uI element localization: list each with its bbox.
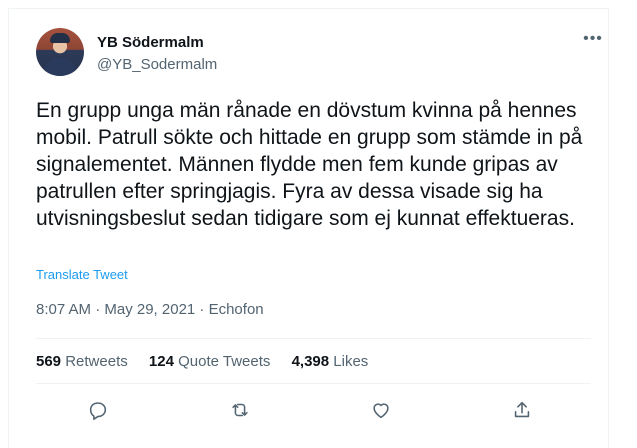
retweet-button[interactable]: [227, 397, 253, 423]
likes-stat[interactable]: 4,398 Likes: [292, 353, 369, 370]
like-button[interactable]: [368, 397, 394, 423]
avatar-body: [44, 58, 76, 76]
tweet-card: YB Södermalm @YB_Sodermalm ••• En grupp …: [8, 8, 609, 448]
quote-tweets-count: 124: [148, 353, 174, 370]
author-name[interactable]: YB Södermalm: [97, 34, 204, 51]
retweets-stat[interactable]: 569 Retweets: [36, 353, 128, 370]
avatar-cap: [50, 33, 70, 43]
reply-icon: [89, 402, 107, 420]
share-icon: [514, 401, 530, 418]
retweet-icon: [232, 403, 248, 417]
divider: [36, 383, 591, 384]
translate-tweet-link[interactable]: Translate Tweet: [36, 267, 128, 282]
quote-tweets-label: Quote Tweets: [178, 353, 271, 370]
engagement-stats: 569 Retweets 124 Quote Tweets 4,398 Like…: [36, 353, 385, 370]
retweets-count: 569: [36, 353, 62, 370]
quote-tweets-stat[interactable]: 124 Quote Tweets: [149, 353, 270, 370]
tweet-text: En grupp unga män rånade en dövstum kvin…: [36, 99, 583, 230]
author-handle[interactable]: @YB_Sodermalm: [97, 56, 217, 73]
avatar[interactable]: [36, 28, 84, 76]
tweet-timestamp[interactable]: 8:07 AM · May 29, 2021 · Echofon: [36, 301, 264, 318]
likes-count: 4,398: [291, 353, 330, 370]
likes-label: Likes: [333, 353, 369, 370]
reply-button[interactable]: [85, 397, 111, 423]
like-icon: [373, 403, 389, 419]
retweets-label: Retweets: [65, 353, 128, 370]
share-button[interactable]: [509, 397, 535, 423]
more-options-icon[interactable]: •••: [583, 31, 603, 49]
divider: [36, 338, 591, 339]
action-bar: [9, 397, 610, 427]
